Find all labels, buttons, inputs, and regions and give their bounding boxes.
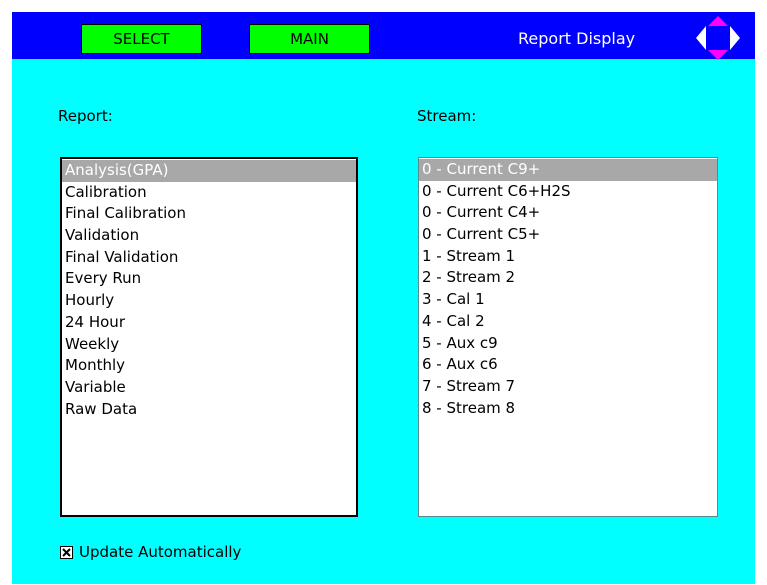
stream-list-item[interactable]: 0 - Current C9+ (419, 159, 717, 181)
report-list-item[interactable]: Every Run (62, 268, 356, 290)
report-list-item[interactable]: Hourly (62, 290, 356, 312)
report-list[interactable]: Analysis(GPA) Calibration Final Calibratio… (60, 157, 358, 517)
screen-title: Report Display (518, 29, 636, 48)
stream-list[interactable]: 0 - Current C9+ 0 - Current C6+H2S 0 - Cur… (418, 157, 718, 517)
report-list-item[interactable]: Final Calibration (62, 203, 356, 225)
report-list-item[interactable]: Raw Data (62, 399, 356, 421)
left-arrow-icon[interactable] (696, 26, 706, 50)
update-automatically-checkbox[interactable]: Update Automatically (60, 543, 241, 561)
stream-list-item[interactable]: 4 - Cal 2 (419, 311, 717, 333)
stream-list-item[interactable]: 0 - Current C5+ (419, 224, 717, 246)
stream-list-item[interactable]: 7 - Stream 7 (419, 376, 717, 398)
down-arrow-icon[interactable] (708, 50, 728, 60)
main-button[interactable]: MAIN (249, 24, 370, 54)
checkbox-checked-icon[interactable] (60, 545, 73, 559)
stream-list-item[interactable]: 8 - Stream 8 (419, 398, 717, 420)
direction-pad-icon[interactable] (695, 15, 741, 61)
stream-label: Stream: (417, 107, 477, 125)
stream-list-item[interactable]: 5 - Aux c9 (419, 333, 717, 355)
report-label: Report: (58, 107, 113, 125)
update-automatically-label: Update Automatically (79, 543, 242, 561)
report-list-item[interactable]: Analysis(GPA) (62, 160, 356, 182)
report-list-item[interactable]: 24 Hour (62, 312, 356, 334)
report-list-item[interactable]: Validation (62, 225, 356, 247)
report-list-item[interactable]: Variable (62, 377, 356, 399)
stream-list-item[interactable]: 2 - Stream 2 (419, 267, 717, 289)
stream-list-item[interactable]: 1 - Stream 1 (419, 246, 717, 268)
report-list-item[interactable]: Weekly (62, 334, 356, 356)
right-arrow-icon[interactable] (730, 26, 740, 50)
select-button[interactable]: SELECT (81, 24, 202, 54)
report-list-item[interactable]: Final Validation (62, 247, 356, 269)
stream-list-item[interactable]: 3 - Cal 1 (419, 289, 717, 311)
stream-list-item[interactable]: 0 - Current C6+H2S (419, 181, 717, 203)
stream-list-item[interactable]: 0 - Current C4+ (419, 202, 717, 224)
report-list-item[interactable]: Monthly (62, 355, 356, 377)
report-display-screen: SELECT MAIN Report Display Report: Strea… (12, 12, 755, 584)
report-list-item[interactable]: Calibration (62, 182, 356, 204)
top-bar: SELECT MAIN Report Display (12, 12, 755, 61)
stream-list-item[interactable]: 6 - Aux c6 (419, 354, 717, 376)
up-arrow-icon[interactable] (708, 16, 728, 26)
